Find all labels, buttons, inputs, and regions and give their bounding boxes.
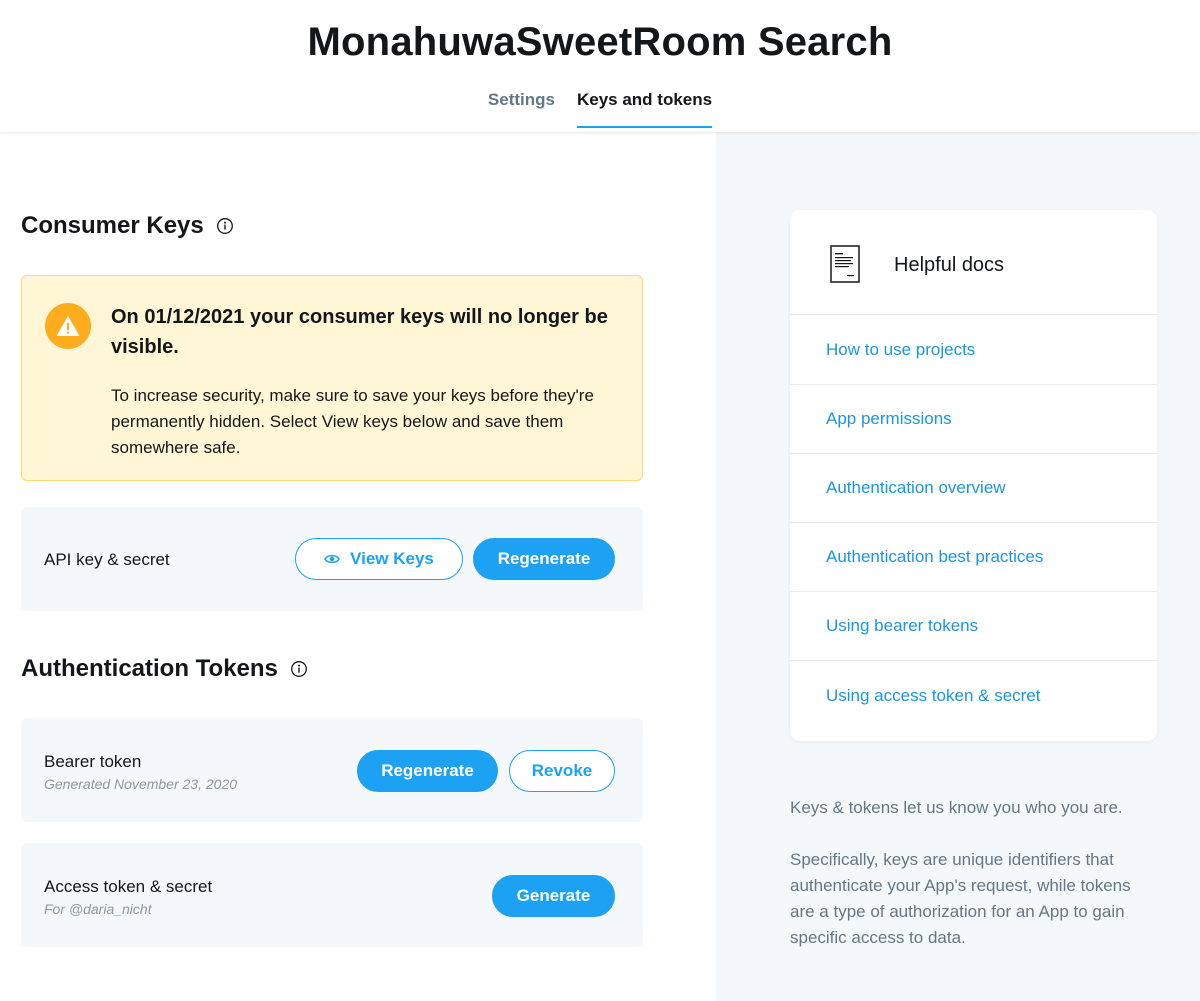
api-key-card: API key & secret View Keys Regenerate — [21, 507, 643, 611]
access-token-owner: For @daria_nicht — [44, 901, 152, 917]
tab-bar: Settings Keys and tokens — [0, 90, 1200, 128]
tab-settings[interactable]: Settings — [488, 90, 555, 128]
info-icon[interactable] — [216, 217, 234, 235]
document-icon — [830, 245, 860, 283]
revoke-bearer-token-button[interactable]: Revoke — [509, 750, 615, 792]
helpful-docs-header: Helpful docs — [790, 210, 1157, 315]
api-key-label: API key & secret — [44, 550, 170, 569]
generate-access-token-button[interactable]: Generate — [492, 875, 615, 917]
warning-title: On 01/12/2021 your consumer keys will no… — [111, 306, 608, 358]
bearer-token-generated-date: Generated November 23, 2020 — [44, 776, 238, 792]
access-token-card: Access token & secret For @daria_nicht G… — [21, 843, 643, 947]
doc-link-using-access-token[interactable]: Using access token & secret — [790, 661, 1157, 730]
auth-tokens-title: Authentication Tokens — [21, 655, 278, 682]
doc-link-app-permissions[interactable]: App permissions — [790, 385, 1157, 454]
doc-link-how-to-use-projects[interactable]: How to use projects — [790, 316, 1157, 385]
bearer-token-label: Bearer token — [44, 752, 142, 771]
warning-icon — [45, 303, 91, 349]
tab-keys-and-tokens[interactable]: Keys and tokens — [576, 90, 713, 128]
view-keys-label: View Keys — [350, 549, 434, 568]
bearer-token-card: Bearer token Generated November 23, 2020… — [21, 718, 643, 822]
access-token-label: Access token & secret — [44, 877, 213, 896]
helpful-docs-title: Helpful docs — [894, 254, 1005, 276]
keys-tokens-intro: Keys & tokens let us know you who you ar… — [790, 798, 1123, 817]
page-header: MonahuwaSweetRoom Search Settings Keys a… — [0, 0, 1200, 132]
doc-link-using-bearer-tokens[interactable]: Using bearer tokens — [790, 592, 1157, 661]
regenerate-api-key-button[interactable]: Regenerate — [473, 538, 615, 580]
helpful-docs-card: Helpful docs How to use projects App per… — [790, 210, 1157, 741]
view-keys-button[interactable]: View Keys — [295, 538, 463, 580]
auth-tokens-heading: Authentication Tokens — [21, 655, 308, 683]
doc-link-authentication-overview[interactable]: Authentication overview — [790, 454, 1157, 523]
doc-link-authentication-best-practices[interactable]: Authentication best practices — [790, 523, 1157, 592]
keys-tokens-explanation: Specifically, keys are unique identifier… — [790, 850, 1131, 947]
info-icon[interactable] — [290, 660, 308, 678]
consumer-keys-title: Consumer Keys — [21, 212, 204, 239]
consumer-keys-heading: Consumer Keys — [21, 212, 234, 240]
visibility-warning-banner: On 01/12/2021 your consumer keys will no… — [21, 275, 643, 481]
warning-body: To increase security, make sure to save … — [111, 386, 594, 457]
eye-icon — [324, 554, 341, 564]
app-title: MonahuwaSweetRoom Search — [307, 20, 893, 64]
regenerate-bearer-token-button[interactable]: Regenerate — [357, 750, 498, 792]
